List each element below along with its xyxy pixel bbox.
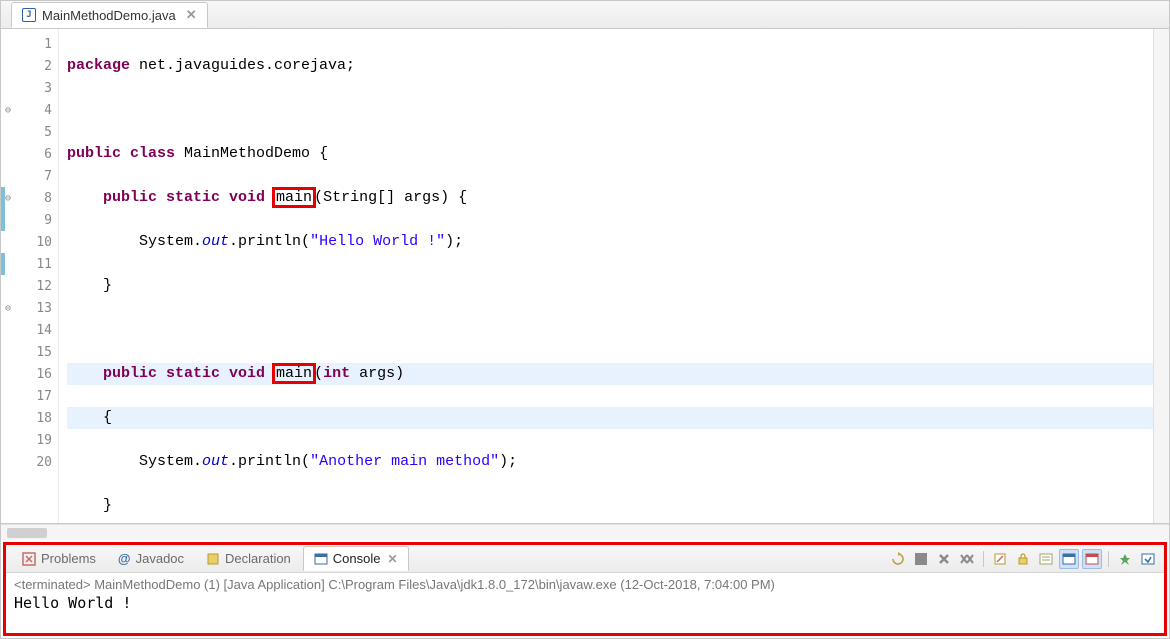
line-number: 5 [1, 121, 58, 143]
editor-tab-label: MainMethodDemo.java [42, 8, 176, 23]
line-number: 15 [1, 341, 58, 363]
tab-label: Declaration [225, 551, 291, 566]
console-launch-title: <terminated> MainMethodDemo (1) [Java Ap… [14, 577, 1156, 592]
clear-console-icon[interactable] [990, 549, 1010, 569]
line-number: 11 [1, 253, 58, 275]
toolbar-separator [983, 551, 984, 567]
line-number: 1 [1, 33, 58, 55]
fold-toggle-icon[interactable]: ⊖ [5, 105, 11, 116]
eclipse-window: J MainMethodDemo.java ✕ 1 2 3 ⊖4 5 6 7 ⊖… [0, 0, 1170, 639]
vertical-scrollbar[interactable] [1153, 29, 1169, 523]
fold-toggle-icon[interactable]: ⊖ [5, 303, 11, 314]
declaration-icon [206, 552, 220, 566]
line-number: 18 [1, 407, 58, 429]
remove-all-terminated-icon[interactable] [957, 549, 977, 569]
toolbar-separator [1108, 551, 1109, 567]
editor-tabbar: J MainMethodDemo.java ✕ [1, 1, 1169, 29]
pin-console-icon[interactable] [1115, 549, 1135, 569]
display-selected-console-icon[interactable] [1138, 549, 1158, 569]
java-file-icon: J [22, 8, 36, 22]
line-number: 6 [1, 143, 58, 165]
tab-console[interactable]: Console ✕ [303, 546, 409, 571]
javadoc-icon: @ [118, 551, 131, 566]
code-editor[interactable]: 1 2 3 ⊖4 5 6 7 ⊖8 9 10 11 12 ⊖13 14 15 1… [1, 29, 1169, 524]
code-content[interactable]: package net.javaguides.corejava; public … [59, 29, 1153, 523]
highlighted-main-1: main [274, 189, 314, 206]
line-number-gutter: 1 2 3 ⊖4 5 6 7 ⊖8 9 10 11 12 ⊖13 14 15 1… [1, 29, 59, 523]
tab-problems[interactable]: Problems [12, 547, 106, 570]
bottom-panel: Problems @ Javadoc Declaration Console ✕ [3, 542, 1167, 636]
remove-launch-icon[interactable] [934, 549, 954, 569]
line-number: 7 [1, 165, 58, 187]
scrollbar-thumb[interactable] [7, 528, 47, 538]
close-icon[interactable]: ✕ [388, 552, 398, 566]
line-number: 17 [1, 385, 58, 407]
line-number: ⊖8 [1, 187, 58, 209]
show-console-on-out-icon[interactable] [1059, 549, 1079, 569]
show-console-on-err-icon[interactable] [1082, 549, 1102, 569]
tab-label: Problems [41, 551, 96, 566]
tab-javadoc[interactable]: @ Javadoc [108, 547, 194, 570]
line-number: 2 [1, 55, 58, 77]
horizontal-scrollbar[interactable] [1, 524, 1169, 540]
line-number: 12 [1, 275, 58, 297]
views-tabbar: Problems @ Javadoc Declaration Console ✕ [6, 545, 1164, 573]
close-icon[interactable]: ✕ [186, 7, 197, 23]
line-number: 16 [1, 363, 58, 385]
tab-declaration[interactable]: Declaration [196, 547, 301, 570]
tab-label: Javadoc [136, 551, 184, 566]
line-number: 20 [1, 451, 58, 473]
console-output: Hello World ! [14, 594, 1156, 612]
console-body: <terminated> MainMethodDemo (1) [Java Ap… [6, 573, 1164, 633]
word-wrap-icon[interactable] [1036, 549, 1056, 569]
line-number: 10 [1, 231, 58, 253]
line-number: 19 [1, 429, 58, 451]
line-number: 9 [1, 209, 58, 231]
scroll-lock-icon[interactable] [1013, 549, 1033, 569]
line-number: 14 [1, 319, 58, 341]
refresh-icon[interactable] [888, 549, 908, 569]
line-number: ⊖4 [1, 99, 58, 121]
highlighted-main-2: main [274, 365, 314, 382]
terminate-icon[interactable] [911, 549, 931, 569]
problems-icon [22, 552, 36, 566]
tab-label: Console [333, 551, 381, 566]
console-icon [314, 552, 328, 566]
editor-tab-mainmethoddemo[interactable]: J MainMethodDemo.java ✕ [11, 2, 208, 28]
line-number: ⊖13 [1, 297, 58, 319]
fold-toggle-icon[interactable]: ⊖ [5, 193, 11, 204]
console-toolbar [888, 549, 1158, 569]
line-number: 3 [1, 77, 58, 99]
